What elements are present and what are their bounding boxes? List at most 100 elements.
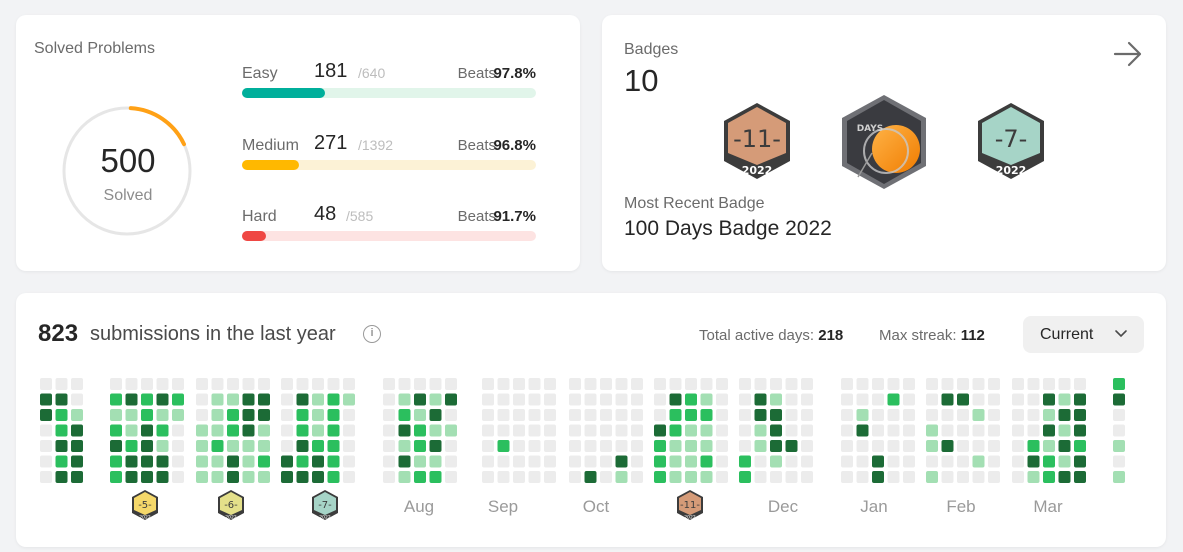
heatmap-cell[interactable] — [445, 471, 457, 483]
heatmap-cell[interactable] — [615, 440, 628, 452]
heatmap-cell[interactable] — [172, 393, 184, 406]
heatmap-cell[interactable] — [972, 471, 985, 483]
heatmap-cell[interactable] — [196, 409, 208, 421]
heatmap-cell[interactable] — [528, 440, 541, 452]
heatmap-cell[interactable] — [785, 455, 798, 468]
heatmap-cell[interactable] — [414, 440, 426, 452]
heatmap-cell[interactable] — [327, 424, 340, 437]
heatmap-cell[interactable] — [414, 471, 426, 483]
heatmap-cell[interactable] — [445, 409, 457, 421]
heatmap-cell[interactable] — [141, 378, 153, 390]
heatmap-cell[interactable] — [71, 455, 83, 468]
heatmap-cell[interactable] — [887, 455, 900, 468]
heatmap-cell[interactable] — [528, 455, 541, 468]
heatmap-cell[interactable] — [196, 440, 208, 452]
heatmap-cell[interactable] — [1074, 455, 1086, 468]
heatmap-cell[interactable] — [941, 440, 954, 452]
heatmap-cell[interactable] — [544, 455, 556, 468]
heatmap-cell[interactable] — [125, 471, 138, 483]
heatmap-cell[interactable] — [156, 471, 169, 483]
heatmap-cell[interactable] — [482, 424, 494, 437]
heatmap-cell[interactable] — [1113, 440, 1125, 452]
heatmap-cell[interactable] — [429, 378, 442, 390]
heatmap-cell[interactable] — [242, 409, 255, 421]
heatmap-cell[interactable] — [343, 424, 355, 437]
heatmap-cell[interactable] — [497, 378, 510, 390]
heatmap-cell[interactable] — [1058, 440, 1071, 452]
heatmap-cell[interactable] — [941, 471, 954, 483]
heatmap-cell[interactable] — [156, 455, 169, 468]
heatmap-cell[interactable] — [1074, 424, 1086, 437]
heatmap-cell[interactable] — [600, 409, 612, 421]
heatmap-cell[interactable] — [544, 424, 556, 437]
heatmap-cell[interactable] — [398, 409, 411, 421]
heatmap-cell[interactable] — [497, 393, 510, 406]
heatmap-cell[interactable] — [281, 471, 293, 483]
heatmap-cell[interactable] — [296, 440, 309, 452]
heatmap-cell[interactable] — [544, 393, 556, 406]
heatmap-cell[interactable] — [227, 440, 239, 452]
heatmap-cell[interactable] — [856, 409, 869, 421]
heatmap-cell[interactable] — [669, 440, 682, 452]
heatmap-cell[interactable] — [600, 455, 612, 468]
heatmap-cell[interactable] — [211, 471, 224, 483]
heatmap-cell[interactable] — [584, 378, 597, 390]
heatmap-cell[interactable] — [227, 471, 239, 483]
heatmap-cell[interactable] — [801, 378, 813, 390]
heatmap-cell[interactable] — [926, 378, 938, 390]
heatmap-cell[interactable] — [312, 378, 324, 390]
heatmap-cell[interactable] — [887, 393, 900, 406]
heatmap-cell[interactable] — [872, 409, 884, 421]
heatmap-cell[interactable] — [716, 409, 728, 421]
heatmap-cell[interactable] — [841, 440, 853, 452]
heatmap-cell[interactable] — [1027, 455, 1040, 468]
heatmap-cell[interactable] — [445, 393, 457, 406]
heatmap-cell[interactable] — [528, 471, 541, 483]
heatmap-cell[interactable] — [856, 393, 869, 406]
heatmap-cell[interactable] — [941, 378, 954, 390]
heatmap-cell[interactable] — [398, 424, 411, 437]
heatmap-cell[interactable] — [801, 455, 813, 468]
heatmap-cell[interactable] — [785, 440, 798, 452]
heatmap-cell[interactable] — [141, 424, 153, 437]
heatmap-cell[interactable] — [1058, 471, 1071, 483]
heatmap-cell[interactable] — [739, 393, 751, 406]
heatmap-cell[interactable] — [903, 471, 915, 483]
heatmap-cell[interactable] — [785, 378, 798, 390]
heatmap-cell[interactable] — [497, 440, 510, 452]
heatmap-cell[interactable] — [654, 455, 666, 468]
heatmap-cell[interactable] — [227, 378, 239, 390]
heatmap-cell[interactable] — [957, 471, 969, 483]
heatmap-cell[interactable] — [513, 393, 525, 406]
heatmap-cell[interactable] — [569, 409, 581, 421]
heatmap-cell[interactable] — [544, 471, 556, 483]
heatmap-cell[interactable] — [739, 471, 751, 483]
heatmap-cell[interactable] — [988, 424, 1000, 437]
heatmap-cell[interactable] — [327, 440, 340, 452]
heatmap-cell[interactable] — [55, 378, 68, 390]
heatmap-cell[interactable] — [258, 471, 270, 483]
heatmap-cell[interactable] — [497, 455, 510, 468]
heatmap-cell[interactable] — [497, 471, 510, 483]
heatmap-cell[interactable] — [669, 471, 682, 483]
heatmap-cell[interactable] — [211, 409, 224, 421]
heatmap-cell[interactable] — [528, 393, 541, 406]
heatmap-cell[interactable] — [110, 393, 122, 406]
heatmap-cell[interactable] — [1012, 471, 1024, 483]
heatmap-cell[interactable] — [497, 424, 510, 437]
heatmap-cell[interactable] — [631, 424, 643, 437]
heatmap-cell[interactable] — [40, 471, 52, 483]
heatmap-cell[interactable] — [1113, 424, 1125, 437]
heatmap-cell[interactable] — [972, 440, 985, 452]
heatmap-cell[interactable] — [482, 471, 494, 483]
heatmap-cell[interactable] — [281, 393, 293, 406]
heatmap-cell[interactable] — [887, 471, 900, 483]
heatmap-cell[interactable] — [903, 440, 915, 452]
heatmap-cell[interactable] — [685, 409, 697, 421]
heatmap-cell[interactable] — [856, 378, 869, 390]
heatmap-cell[interactable] — [429, 471, 442, 483]
heatmap-cell[interactable] — [227, 455, 239, 468]
heatmap-cell[interactable] — [569, 378, 581, 390]
heatmap-cell[interactable] — [739, 440, 751, 452]
heatmap-cell[interactable] — [957, 424, 969, 437]
